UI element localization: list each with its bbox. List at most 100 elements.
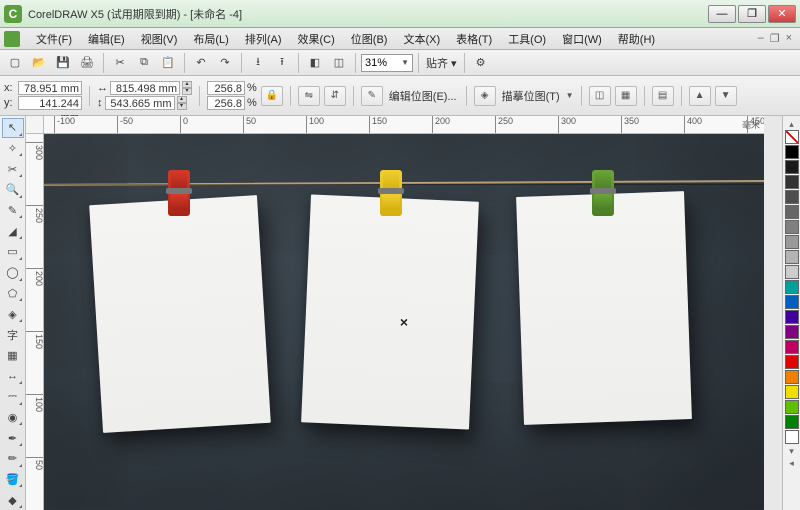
color-swatch[interactable] xyxy=(785,400,799,414)
mdi-restore-button[interactable]: ❐ xyxy=(770,32,780,45)
fill-tool[interactable]: 🪣 xyxy=(2,470,24,490)
color-swatch[interactable] xyxy=(785,325,799,339)
close-button[interactable]: ✕ xyxy=(768,5,796,23)
scale-x-field[interactable]: 256.8 xyxy=(207,81,245,95)
menu-tools[interactable]: 工具(O) xyxy=(500,29,554,49)
mirror-h-button[interactable]: ⇋ xyxy=(298,86,320,106)
menu-bitmaps[interactable]: 位图(B) xyxy=(343,29,396,49)
rectangle-tool[interactable]: ▭ xyxy=(2,242,24,262)
menu-text[interactable]: 文本(X) xyxy=(395,29,448,49)
color-swatch[interactable] xyxy=(785,430,799,444)
new-button[interactable]: ▢ xyxy=(4,52,26,74)
y-field[interactable]: 141.244 mm xyxy=(18,96,82,110)
zoom-tool[interactable]: 🔍 xyxy=(2,180,24,200)
basic-shapes-tool[interactable]: ◈ xyxy=(2,304,24,324)
to-front-button[interactable]: ▲ xyxy=(689,86,711,106)
crop-button[interactable]: ◫ xyxy=(589,86,611,106)
swatch-none[interactable] xyxy=(785,130,799,144)
redo-button[interactable]: ↷ xyxy=(214,52,236,74)
color-swatch[interactable] xyxy=(785,235,799,249)
open-button[interactable]: 📂 xyxy=(28,52,50,74)
color-swatch[interactable] xyxy=(785,145,799,159)
color-swatch[interactable] xyxy=(785,205,799,219)
color-swatch[interactable] xyxy=(785,265,799,279)
crop-tool[interactable]: ✂ xyxy=(2,159,24,179)
mdi-minimize-button[interactable]: – xyxy=(758,32,764,45)
polygon-tool[interactable]: ⬠ xyxy=(2,284,24,304)
cut-button[interactable]: ✂ xyxy=(109,52,131,74)
table-tool[interactable]: ▦ xyxy=(2,346,24,366)
menu-window[interactable]: 窗口(W) xyxy=(554,29,610,49)
text-tool[interactable]: 字 xyxy=(2,325,24,345)
paste-button[interactable]: 📋 xyxy=(157,52,179,74)
zoom-level-combo[interactable]: 31% ▼ xyxy=(361,54,413,72)
export-button[interactable]: ⭱ xyxy=(271,52,293,74)
color-swatch[interactable] xyxy=(785,355,799,369)
copy-button[interactable]: ⧉ xyxy=(133,52,155,74)
import-button[interactable]: ⭳ xyxy=(247,52,269,74)
undo-button[interactable]: ↶ xyxy=(190,52,212,74)
mdi-close-button[interactable]: × xyxy=(786,32,792,45)
ellipse-tool[interactable]: ◯ xyxy=(2,263,24,283)
menu-help[interactable]: 帮助(H) xyxy=(610,29,663,49)
connector-tool[interactable]: ⎓ xyxy=(2,387,24,407)
menu-layout[interactable]: 布局(L) xyxy=(185,29,236,49)
outline-tool[interactable]: ✏ xyxy=(2,449,24,469)
wrap-text-button[interactable]: ▤ xyxy=(652,86,674,106)
color-swatch[interactable] xyxy=(785,160,799,174)
menu-view[interactable]: 视图(V) xyxy=(133,29,186,49)
color-swatch[interactable] xyxy=(785,415,799,429)
interactive-fill-tool[interactable]: ◆ xyxy=(2,490,24,510)
width-spinner[interactable]: ▴▾ xyxy=(182,81,192,95)
edit-bitmap-button[interactable]: 编辑位图(E)... xyxy=(387,88,459,104)
app-launcher-button[interactable]: ◧ xyxy=(304,52,326,74)
trace-bitmap-button[interactable]: 描摹位图(T) xyxy=(500,88,562,104)
color-swatch[interactable] xyxy=(785,175,799,189)
chevron-down-icon[interactable]: ▼ xyxy=(566,91,574,100)
edit-bitmap-icon[interactable]: ✎ xyxy=(361,86,383,106)
color-swatch[interactable] xyxy=(785,190,799,204)
options-button[interactable]: ⚙ xyxy=(470,52,492,74)
ruler-origin[interactable] xyxy=(26,116,44,134)
menu-table[interactable]: 表格(T) xyxy=(448,29,500,49)
menu-edit[interactable]: 编辑(E) xyxy=(80,29,133,49)
menu-file[interactable]: 文件(F) xyxy=(28,29,80,49)
eyedropper-tool[interactable]: ✒ xyxy=(2,428,24,448)
color-swatch[interactable] xyxy=(785,250,799,264)
scale-y-field[interactable]: 256.8 xyxy=(207,96,245,110)
maximize-button[interactable]: ❐ xyxy=(738,5,766,23)
snap-dropdown[interactable]: 贴齐 ▾ xyxy=(424,55,459,71)
color-swatch[interactable] xyxy=(785,295,799,309)
save-button[interactable]: 💾 xyxy=(52,52,74,74)
app-menu-icon[interactable] xyxy=(4,31,20,47)
shape-tool[interactable]: ✧ xyxy=(2,139,24,159)
color-swatch[interactable] xyxy=(785,280,799,294)
height-spinner[interactable]: ▴▾ xyxy=(177,96,187,110)
menu-arrange[interactable]: 排列(A) xyxy=(237,29,290,49)
lock-ratio-button[interactable]: 🔒 xyxy=(261,86,283,106)
palette-down-button[interactable]: ▾ xyxy=(784,445,800,457)
palette-up-button[interactable]: ▴ xyxy=(784,118,800,130)
mirror-v-button[interactable]: ⇵ xyxy=(324,86,346,106)
trace-bitmap-icon[interactable]: ◈ xyxy=(474,86,496,106)
color-swatch[interactable] xyxy=(785,370,799,384)
ruler-vertical[interactable]: 30025020015010050 xyxy=(26,134,44,510)
smart-fill-tool[interactable]: ◢ xyxy=(2,221,24,241)
menu-effects[interactable]: 效果(C) xyxy=(290,29,343,49)
print-button[interactable]: 🖨 xyxy=(76,52,98,74)
dimension-tool[interactable]: ↔ xyxy=(2,366,24,386)
to-back-button[interactable]: ▼ xyxy=(715,86,737,106)
resample-button[interactable]: ▦ xyxy=(615,86,637,106)
color-swatch[interactable] xyxy=(785,385,799,399)
interactive-blend-tool[interactable]: ◉ xyxy=(2,408,24,428)
color-swatch[interactable] xyxy=(785,220,799,234)
welcome-button[interactable]: ◫ xyxy=(328,52,350,74)
x-field[interactable]: 78.951 mm xyxy=(18,81,82,95)
width-field[interactable]: 815.498 mm xyxy=(110,81,180,95)
minimize-button[interactable]: — xyxy=(708,5,736,23)
color-swatch[interactable] xyxy=(785,340,799,354)
canvas[interactable]: × xyxy=(44,134,764,510)
palette-flyout-button[interactable]: ◂ xyxy=(784,457,800,469)
ruler-horizontal[interactable]: 毫米 -100-50050100150200250300350400450 xyxy=(44,116,764,134)
freehand-tool[interactable]: ✎ xyxy=(2,201,24,221)
